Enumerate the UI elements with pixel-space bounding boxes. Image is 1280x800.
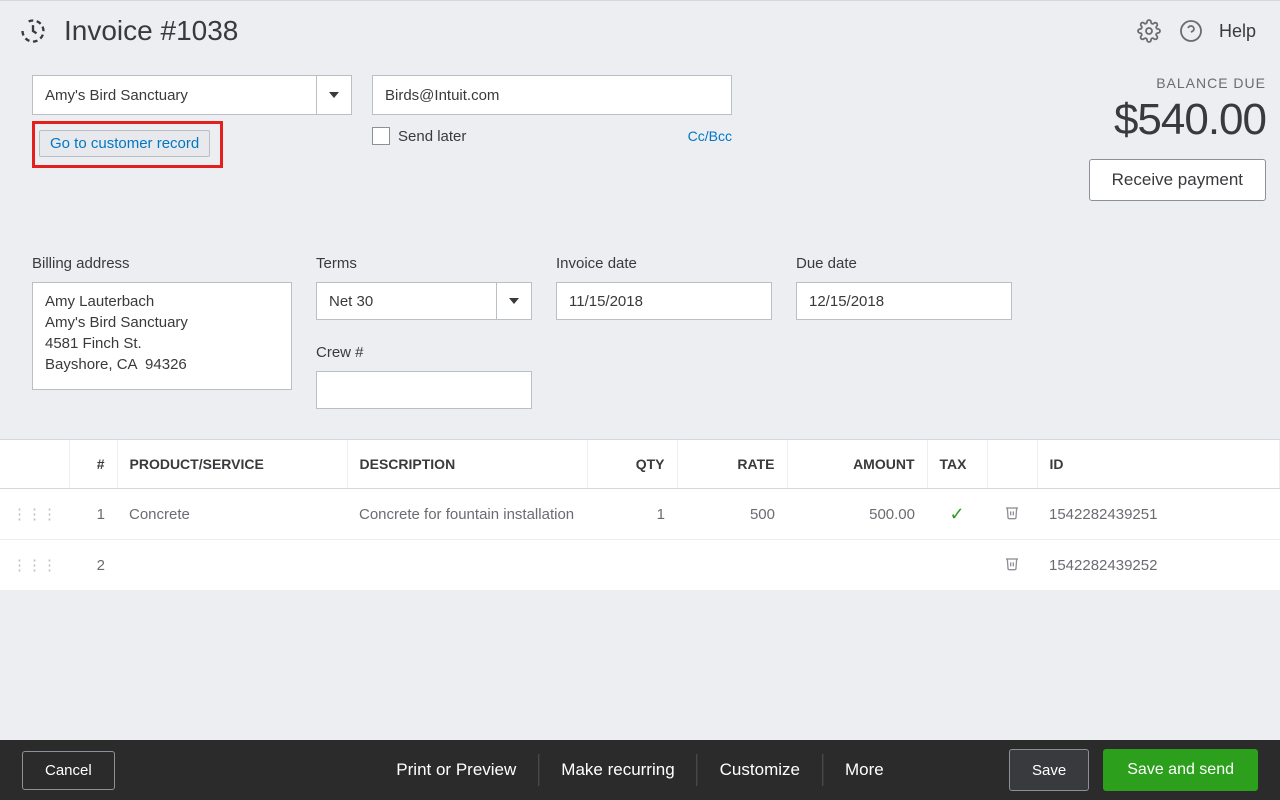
terms-select[interactable] (316, 282, 496, 320)
invoice-date-input[interactable] (556, 282, 772, 320)
footer-bar: Cancel Print or Preview Make recurring C… (0, 740, 1280, 800)
line-amount[interactable] (787, 540, 927, 591)
col-id: ID (1037, 440, 1280, 489)
due-date-label: Due date (796, 255, 1012, 272)
line-description[interactable] (347, 540, 587, 591)
send-later-label: Send later (398, 128, 466, 145)
billing-address-label: Billing address (32, 255, 292, 272)
drag-handle-icon[interactable]: ⋮⋮⋮ (0, 489, 69, 540)
page-header: Invoice #1038 Help (0, 0, 1280, 57)
highlight-annotation: Go to customer record (32, 121, 223, 168)
receive-payment-button[interactable]: Receive payment (1089, 159, 1266, 201)
goto-customer-button[interactable]: Go to customer record (39, 130, 210, 157)
balance-due-label: BALANCE DUE (1089, 75, 1266, 91)
cancel-button[interactable]: Cancel (22, 751, 115, 790)
line-items-table: # PRODUCT/SERVICE DESCRIPTION QTY RATE A… (0, 440, 1280, 591)
line-qty[interactable] (587, 540, 677, 591)
customize-button[interactable]: Customize (698, 754, 823, 786)
drag-handle-icon[interactable]: ⋮⋮⋮ (0, 540, 69, 591)
line-tax-check[interactable] (927, 540, 987, 591)
history-icon[interactable] (18, 16, 48, 46)
col-rate: RATE (677, 440, 787, 489)
send-later-checkbox[interactable] (372, 127, 390, 145)
crew-label: Crew # (316, 344, 532, 361)
help-label[interactable]: Help (1219, 21, 1256, 42)
billing-address-input[interactable] (32, 282, 292, 390)
customer-dropdown-toggle[interactable] (316, 75, 352, 115)
print-preview-button[interactable]: Print or Preview (374, 754, 539, 786)
save-button[interactable]: Save (1009, 749, 1089, 791)
form-area: Go to customer record Send later Cc/Bcc … (0, 57, 1280, 439)
line-product[interactable] (117, 540, 347, 591)
terms-dropdown-toggle[interactable] (496, 282, 532, 320)
col-amount: AMOUNT (787, 440, 927, 489)
save-and-send-button[interactable]: Save and send (1103, 749, 1258, 791)
send-later-option[interactable]: Send later (372, 127, 466, 145)
make-recurring-button[interactable]: Make recurring (539, 754, 697, 786)
line-product[interactable]: Concrete (117, 489, 347, 540)
page-title: Invoice #1038 (64, 15, 1135, 47)
help-icon[interactable] (1177, 17, 1205, 45)
table-row[interactable]: ⋮⋮⋮1ConcreteConcrete for fountain instal… (0, 489, 1280, 540)
terms-label: Terms (316, 255, 532, 272)
col-num: # (69, 440, 117, 489)
col-desc: DESCRIPTION (347, 440, 587, 489)
gear-icon[interactable] (1135, 17, 1163, 45)
delete-line-icon[interactable] (987, 489, 1037, 540)
line-rate[interactable] (677, 540, 787, 591)
crew-input[interactable] (316, 371, 532, 409)
balance-due-amount: $540.00 (1089, 95, 1266, 145)
line-id: 1542282439251 (1037, 489, 1280, 540)
due-date-input[interactable] (796, 282, 1012, 320)
line-tax-check[interactable]: ✓ (927, 489, 987, 540)
line-num: 1 (69, 489, 117, 540)
table-row[interactable]: ⋮⋮⋮2 1542282439252 (0, 540, 1280, 591)
line-items-section: # PRODUCT/SERVICE DESCRIPTION QTY RATE A… (0, 439, 1280, 591)
cc-bcc-link[interactable]: Cc/Bcc (688, 128, 732, 144)
line-num: 2 (69, 540, 117, 591)
col-product: PRODUCT/SERVICE (117, 440, 347, 489)
line-qty[interactable]: 1 (587, 489, 677, 540)
line-description[interactable]: Concrete for fountain installation (347, 489, 587, 540)
col-tax: TAX (927, 440, 987, 489)
line-id: 1542282439252 (1037, 540, 1280, 591)
customer-email-input[interactable] (372, 75, 732, 115)
delete-line-icon[interactable] (987, 540, 1037, 591)
invoice-date-label: Invoice date (556, 255, 772, 272)
line-rate[interactable]: 500 (677, 489, 787, 540)
line-amount[interactable]: 500.00 (787, 489, 927, 540)
col-qty: QTY (587, 440, 677, 489)
more-button[interactable]: More (823, 754, 906, 786)
customer-select[interactable] (32, 75, 316, 115)
